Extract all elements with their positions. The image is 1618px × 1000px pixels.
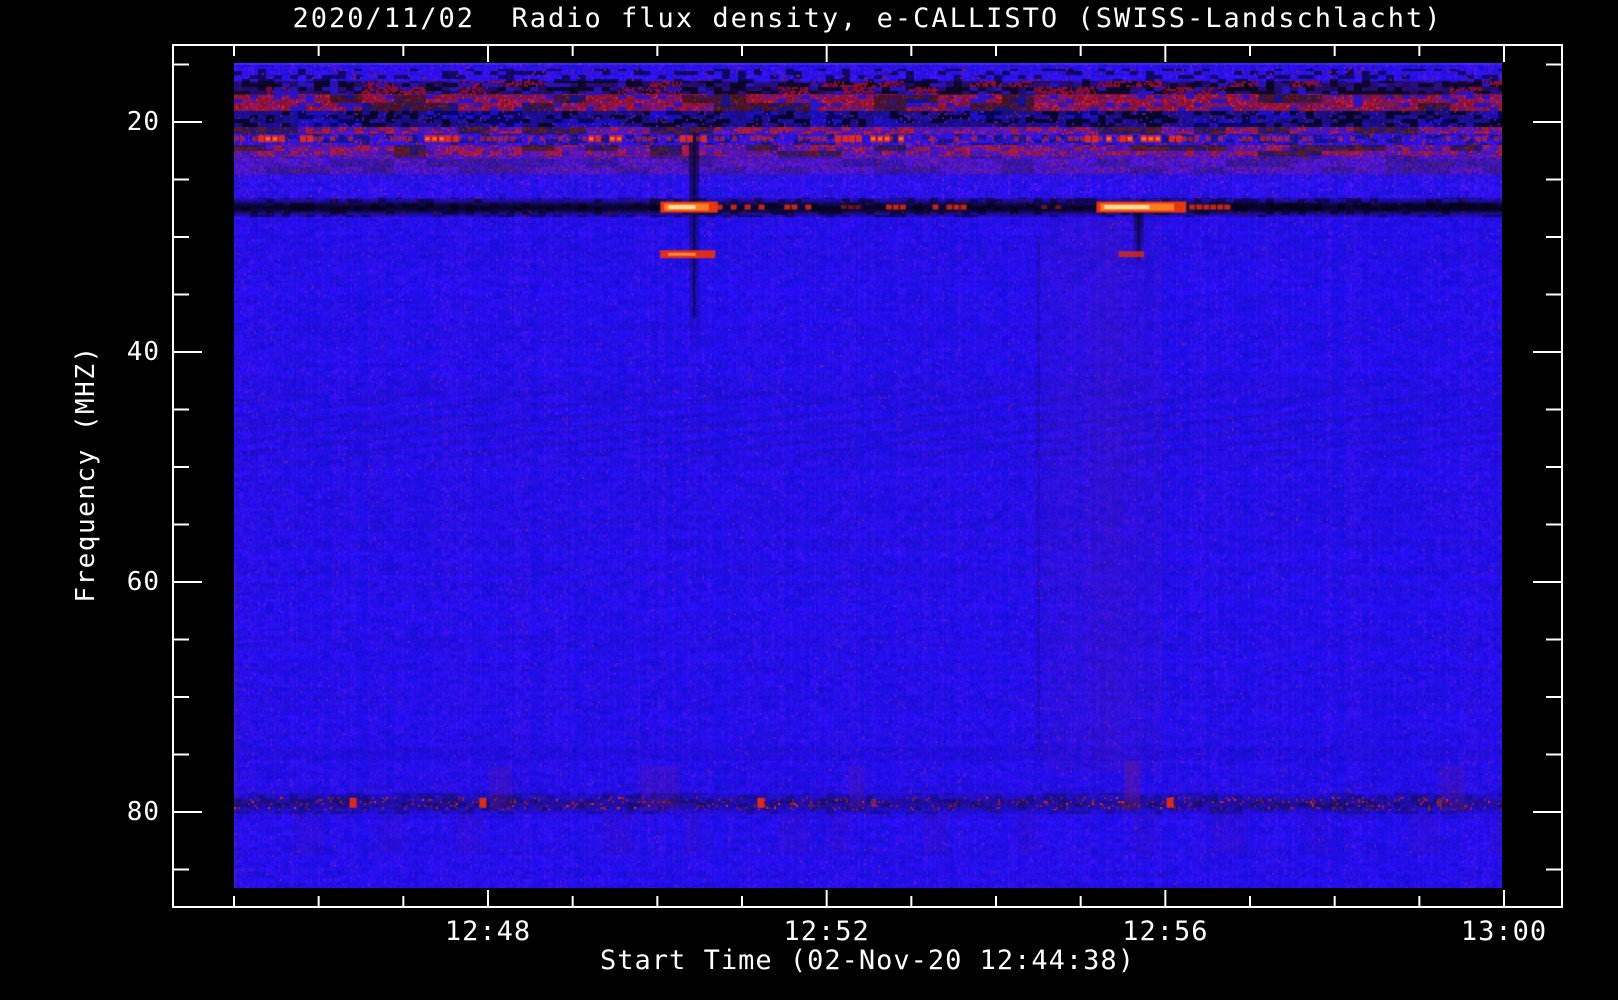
x-tick-label: 12:56 [1122,916,1209,947]
spectrogram-figure: 2020/11/02 Radio flux density, e-CALLIST… [0,0,1618,1000]
x-tick-label: 13:00 [1460,916,1548,947]
y-tick-label: 20 [126,107,160,137]
x-tick-label: 12:52 [783,916,870,947]
x-tick-label: 12:48 [444,916,532,947]
x-axis-label: Start Time (02-Nov-20 12:44:38) [600,945,1135,976]
plot-frame-and-ticks [172,44,1563,908]
y-tick-label: 80 [126,797,160,827]
y-axis-label: Frequency (MHZ) [71,345,101,603]
